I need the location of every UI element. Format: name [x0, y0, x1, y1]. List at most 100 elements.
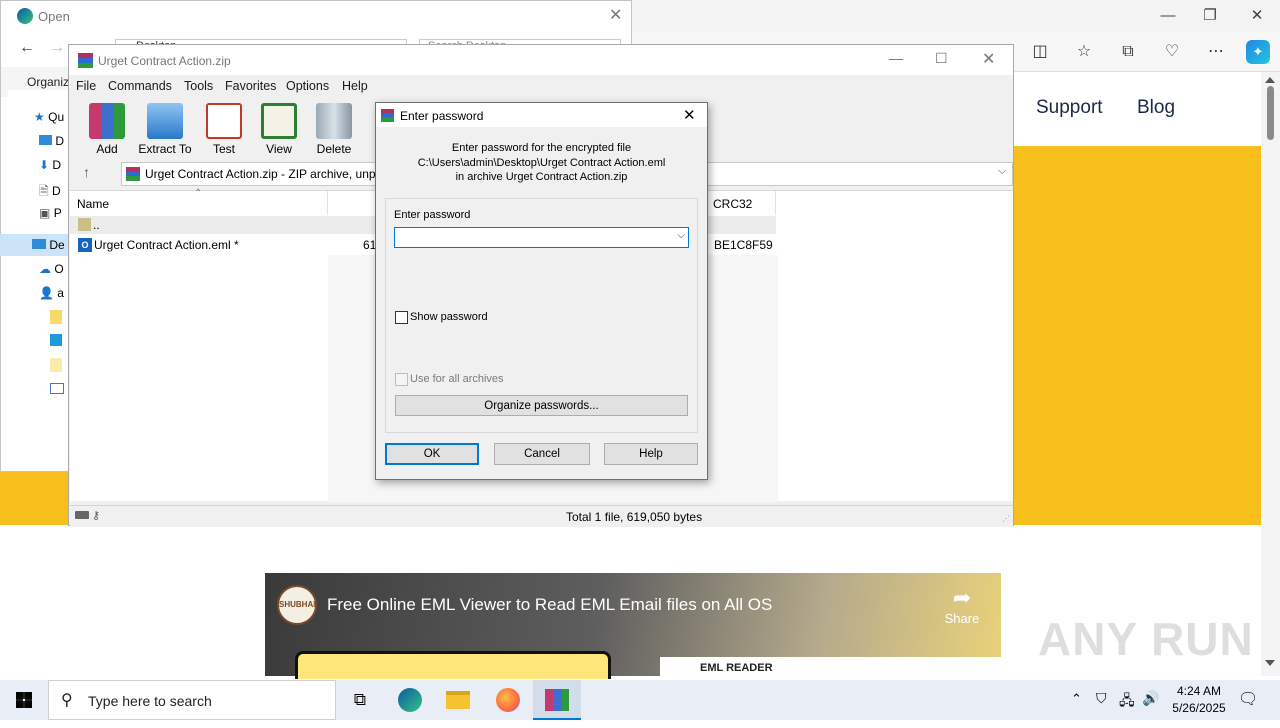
nav-item-user[interactable]: 👤 a	[39, 286, 64, 300]
delete-button[interactable]: Delete	[304, 103, 364, 156]
organize-button[interactable]: Organiz	[27, 75, 69, 89]
resize-grip-icon[interactable]: ⋰	[1002, 514, 1010, 523]
view-button[interactable]: View	[249, 103, 309, 156]
download-icon: ⬇	[39, 158, 50, 172]
3d-objects-icon[interactable]	[50, 334, 62, 346]
cancel-button[interactable]: Cancel	[494, 443, 590, 465]
path-text: Urget Contract Action.zip - ZIP archive,…	[145, 167, 376, 181]
task-view-icon[interactable]: ⧉	[336, 680, 384, 720]
chevron-down-icon[interactable]: ⌵	[998, 165, 1006, 178]
column-header-crc[interactable]: CRC32	[706, 191, 776, 215]
organize-passwords-button[interactable]: Organize passwords...	[395, 395, 688, 416]
nav-support-link[interactable]: Support	[1036, 97, 1103, 119]
sort-asc-icon: ⌃	[194, 188, 203, 199]
close-icon[interactable]: ✕	[982, 49, 995, 69]
volume-icon[interactable]: 🔊	[1142, 690, 1159, 707]
help-button[interactable]: Help	[604, 443, 698, 465]
test-button[interactable]: Test	[194, 103, 254, 156]
scroll-thumb[interactable]	[1267, 86, 1274, 140]
ok-button[interactable]: OK	[385, 443, 479, 465]
restore-icon[interactable]: ❐	[1187, 4, 1233, 28]
menu-tools[interactable]: Tools	[184, 79, 213, 93]
maximize-icon[interactable]: ☐	[935, 50, 948, 67]
start-button[interactable]	[0, 680, 48, 720]
minimize-icon[interactable]: —	[1145, 4, 1191, 28]
edge-logo-icon	[17, 8, 33, 24]
nav-label: D	[55, 134, 65, 148]
edge-taskbar-icon[interactable]	[386, 680, 434, 720]
security-icon[interactable]: ⛉	[1096, 690, 1107, 707]
nav-item-this-pc[interactable]: De	[32, 238, 65, 252]
share-label: Share	[944, 611, 980, 626]
nav-label: D	[52, 184, 61, 198]
drive-icon[interactable]	[75, 511, 89, 519]
clock-time: 4:24 AM	[1176, 684, 1222, 698]
minimize-icon[interactable]: —	[889, 50, 903, 66]
video-thumbnail-panel	[295, 651, 611, 679]
channel-avatar[interactable]: SHUBHAM SINGH	[277, 585, 317, 625]
more-icon[interactable]: ⋯	[1204, 40, 1228, 64]
page-scrollbar[interactable]	[1261, 72, 1280, 676]
menu-file[interactable]: File	[76, 79, 96, 93]
nav-item-documents[interactable]: 🗎 D	[39, 182, 61, 203]
close-icon[interactable]: ✕	[1234, 4, 1280, 28]
chevron-down-icon[interactable]: ⌵	[677, 230, 685, 241]
menu-options[interactable]: Options	[286, 79, 329, 93]
clock[interactable]: 4:24 AM 5/26/2025	[1163, 683, 1235, 717]
notification-icon[interactable]: 🗨	[1238, 689, 1258, 709]
trash-icon	[316, 103, 352, 139]
windows-logo-icon	[16, 692, 32, 708]
use-all-archives-label[interactable]: Use for all archives	[410, 373, 504, 385]
file-explorer-icon[interactable]	[434, 680, 482, 720]
folder-icon[interactable]	[50, 310, 62, 324]
collections-icon[interactable]: ⧉	[1116, 40, 1140, 64]
nav-label: P	[53, 206, 62, 220]
nav-item-downloads[interactable]: ⬇ D	[39, 158, 61, 172]
password-input[interactable]: ⌵	[394, 227, 689, 248]
message-line-1: Enter password for the encrypted file	[451, 142, 632, 154]
key-icon[interactable]: ⚷	[92, 509, 100, 522]
folder-icon[interactable]	[50, 358, 62, 372]
nav-blog-link[interactable]: Blog	[1137, 97, 1175, 119]
share-button[interactable]: ➦ Share	[937, 585, 987, 626]
video-title[interactable]: Free Online EML Viewer to Read EML Email…	[327, 595, 772, 615]
document-icon: 🗎	[39, 184, 49, 198]
split-screen-icon[interactable]: ◫	[1028, 40, 1052, 64]
column-header-name[interactable]: Name ⌃	[70, 188, 328, 215]
winrar-app-icon	[381, 109, 394, 122]
up-arrow-icon[interactable]: ↑	[83, 164, 90, 180]
menu-commands[interactable]: Commands	[108, 79, 172, 93]
video-embed[interactable]: SHUBHAM SINGH Free Online EML Viewer to …	[265, 573, 1001, 679]
chevron-up-icon[interactable]: ⌃	[1071, 691, 1082, 707]
close-icon[interactable]: ✕	[609, 5, 622, 25]
copilot-icon[interactable]: ✦	[1246, 40, 1270, 64]
eml-reader-text: EML READER	[700, 662, 773, 674]
nav-label: Qu	[48, 110, 65, 124]
favorites-icon[interactable]: ☆	[1072, 40, 1096, 64]
outlook-file-icon: O	[78, 238, 92, 252]
menu-help[interactable]: Help	[342, 79, 368, 93]
add-button[interactable]: Add	[77, 103, 137, 156]
forward-arrow-icon[interactable]: →	[49, 39, 65, 57]
close-icon[interactable]: ✕	[683, 106, 696, 124]
network-icon[interactable]: 🖧	[1119, 690, 1135, 714]
nav-item-quick-access[interactable]: ★ Qu	[34, 110, 64, 124]
firefox-icon[interactable]	[484, 680, 532, 720]
extract-to-button[interactable]: Extract To	[135, 103, 195, 156]
browser-essentials-icon[interactable]: ♡	[1160, 40, 1184, 64]
show-password-label[interactable]: Show password	[410, 311, 488, 323]
nav-item-desktop[interactable]: D	[39, 134, 64, 148]
menu-favorites[interactable]: Favorites	[225, 79, 276, 93]
contact-card-icon[interactable]	[50, 383, 64, 394]
nav-label: O	[54, 262, 64, 276]
nav-item-onedrive[interactable]: ☁ O	[39, 262, 64, 276]
back-arrow-icon[interactable]: ←	[19, 39, 35, 57]
use-all-archives-checkbox[interactable]	[395, 373, 408, 386]
nav-item-pictures[interactable]: ▣ P	[39, 206, 62, 220]
show-password-checkbox[interactable]	[395, 311, 408, 324]
scroll-up-icon[interactable]	[1265, 77, 1275, 83]
winrar-taskbar-icon[interactable]	[533, 680, 581, 720]
scroll-down-icon[interactable]	[1265, 660, 1275, 666]
row-name: Urget Contract Action.eml *	[94, 238, 239, 252]
taskbar-search[interactable]: ⚲ Type here to search	[48, 680, 336, 720]
